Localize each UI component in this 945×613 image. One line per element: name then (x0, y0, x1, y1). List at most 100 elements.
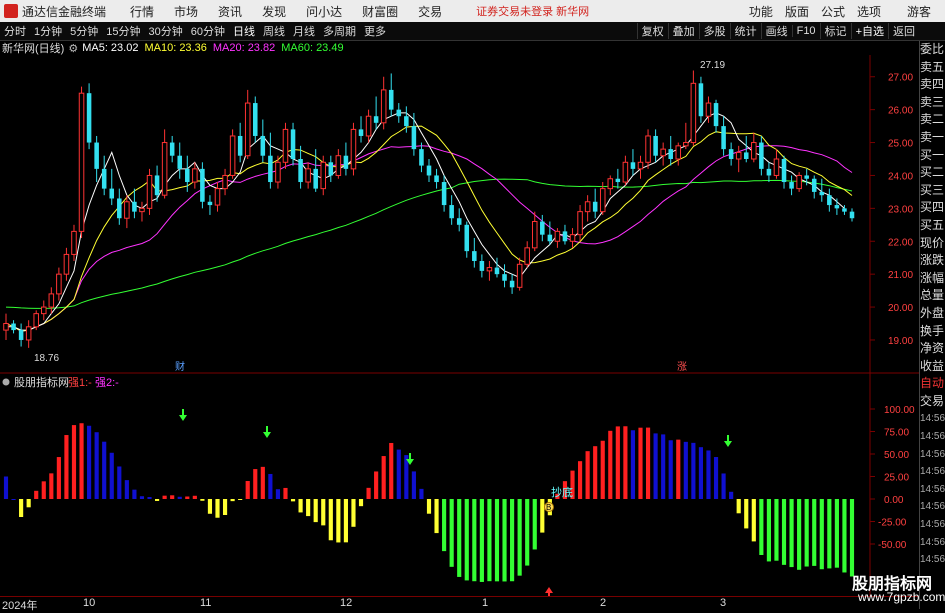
menu-gongshi[interactable]: 公式 (821, 3, 845, 20)
candle-body (396, 109, 402, 117)
cai-marker: 财 (175, 360, 185, 373)
menu-wenxiaoda[interactable]: 问小达 (306, 3, 342, 20)
huaxian-button[interactable]: 画线 (760, 23, 792, 39)
sub-bar (487, 499, 492, 582)
candle-body (449, 205, 454, 219)
sub-settings-icon[interactable] (2, 378, 10, 386)
candle-body (419, 149, 424, 166)
trade-button[interactable]: 交易 (920, 393, 945, 411)
sub-bar (389, 442, 394, 499)
guest-button[interactable]: 游客 (907, 3, 931, 20)
menu-faxian[interactable]: 发现 (262, 3, 286, 20)
tongji-button[interactable]: 统计 (729, 23, 761, 39)
candle-body (275, 161, 281, 183)
candle-body (827, 195, 832, 206)
candle-body (577, 211, 583, 236)
candle-body (3, 323, 9, 331)
kline-chart[interactable]: 19.00 20.00 21.00 22.00 23.00 24.00 25.00 26.00… (0, 41, 919, 596)
fuquan-button[interactable]: 复权 (636, 23, 668, 39)
side-item-15: 外盘 (920, 305, 945, 320)
candle-body (200, 168, 205, 202)
sub-bar (426, 499, 432, 514)
candle-body (358, 129, 364, 136)
sub-bar (222, 499, 228, 515)
candle-body (796, 174, 802, 190)
side-time-3: 14:56 (920, 466, 945, 478)
side-time-2: 14:56 (920, 448, 945, 460)
menu-gongneng[interactable]: 功能 (749, 3, 773, 20)
candle-body (766, 168, 772, 176)
b-mark: B (546, 503, 551, 512)
side-time-8: 14:56 (920, 554, 945, 566)
ma10-path (5, 125, 853, 332)
candle-body (441, 182, 447, 206)
sub-bar (653, 433, 658, 499)
sub-title: 股朋指标网 (14, 375, 69, 389)
tab-rixian[interactable]: 日线 (233, 23, 255, 39)
menu-xuanxiang[interactable]: 选项 (857, 3, 881, 20)
menu-banmian[interactable]: 版面 (785, 3, 809, 20)
side-item-14: 总量 (920, 288, 945, 303)
sub-bar (139, 496, 145, 499)
tab-gengduo[interactable]: 更多 (364, 23, 386, 39)
sub-bar (177, 496, 182, 499)
sub-tick-label: 75.00 (884, 428, 909, 439)
sub-q1: 强1:- (68, 377, 92, 389)
price-tick-label: 23.00 (888, 204, 913, 215)
sub-bar (253, 469, 258, 499)
tab-fenshi[interactable]: 分时 (4, 23, 26, 39)
add-zixuan-button[interactable]: +自选 (850, 23, 888, 39)
sub-bar (744, 499, 749, 529)
menu-jiaoyi[interactable]: 交易 (418, 3, 442, 20)
tab-5min[interactable]: 5分钟 (70, 23, 98, 39)
price-tick-label: 25.00 (888, 139, 913, 150)
tab-1min[interactable]: 1分钟 (34, 23, 62, 39)
quote-side-panel: 委比 卖五 卖四 卖三 卖二 卖一 买一 买二 买三 买四 买五 现价 涨跌 涨幅 总量 外盘 换手 净资 收益 自… (919, 41, 945, 609)
side-time-4: 14:56 (920, 483, 945, 495)
menu-zixun[interactable]: 资讯 (218, 3, 242, 20)
tab-60min[interactable]: 60分钟 (191, 23, 225, 39)
xaxis-label-10: 10 (83, 597, 96, 609)
duogu-button[interactable]: 多股 (698, 23, 730, 39)
tab-30min[interactable]: 30分钟 (149, 23, 183, 39)
sub-bar (185, 496, 190, 499)
candle-body (124, 201, 130, 219)
fanhui-button[interactable]: 返回 (888, 23, 919, 39)
menu-hangqing[interactable]: 行情 (130, 3, 154, 20)
sub-bar (207, 499, 213, 514)
biaoji-button[interactable]: 标记 (819, 23, 851, 39)
sub-bar (49, 473, 54, 499)
sub-bar (751, 499, 756, 542)
candle-body (426, 165, 432, 176)
candle-body (222, 174, 228, 190)
side-item-8: 买三 (920, 182, 945, 197)
sub-bar (275, 489, 281, 499)
diejia-button[interactable]: 叠加 (667, 23, 699, 39)
sub-bar (200, 499, 205, 501)
sub-bar (812, 499, 817, 566)
sub-bar (268, 473, 273, 499)
sub-bar (11, 499, 16, 500)
f10-button[interactable]: F10 (791, 25, 820, 37)
menu-caifuquan[interactable]: 财富圈 (362, 3, 398, 20)
side-item-17: 净资 (920, 341, 945, 356)
candle-body (502, 274, 507, 281)
candle-body (373, 116, 379, 123)
sub-tick-label: 0.00 (884, 495, 904, 506)
sub-bar (230, 499, 235, 502)
tab-duozhouqi[interactable]: 多周期 (323, 23, 356, 39)
menu-shichang[interactable]: 市场 (174, 3, 198, 20)
tab-yuexian[interactable]: 月线 (293, 23, 315, 39)
tab-zhouxian[interactable]: 周线 (263, 23, 285, 39)
candle-body (751, 142, 757, 160)
auto-toggle[interactable]: 自动 (920, 375, 945, 393)
candle-body (244, 102, 251, 157)
tab-15min[interactable]: 15分钟 (106, 23, 140, 39)
candle-body (811, 178, 817, 192)
sub-bar (630, 430, 636, 499)
candle-body (139, 207, 145, 213)
candle-body (320, 161, 327, 190)
menu-bar: 通达信金融终端 行情 市场 资讯 发现 问小达 财富圈 交易 证券交易未登录 新… (0, 0, 945, 22)
candle-body (554, 230, 561, 242)
sub-bar (290, 499, 296, 502)
